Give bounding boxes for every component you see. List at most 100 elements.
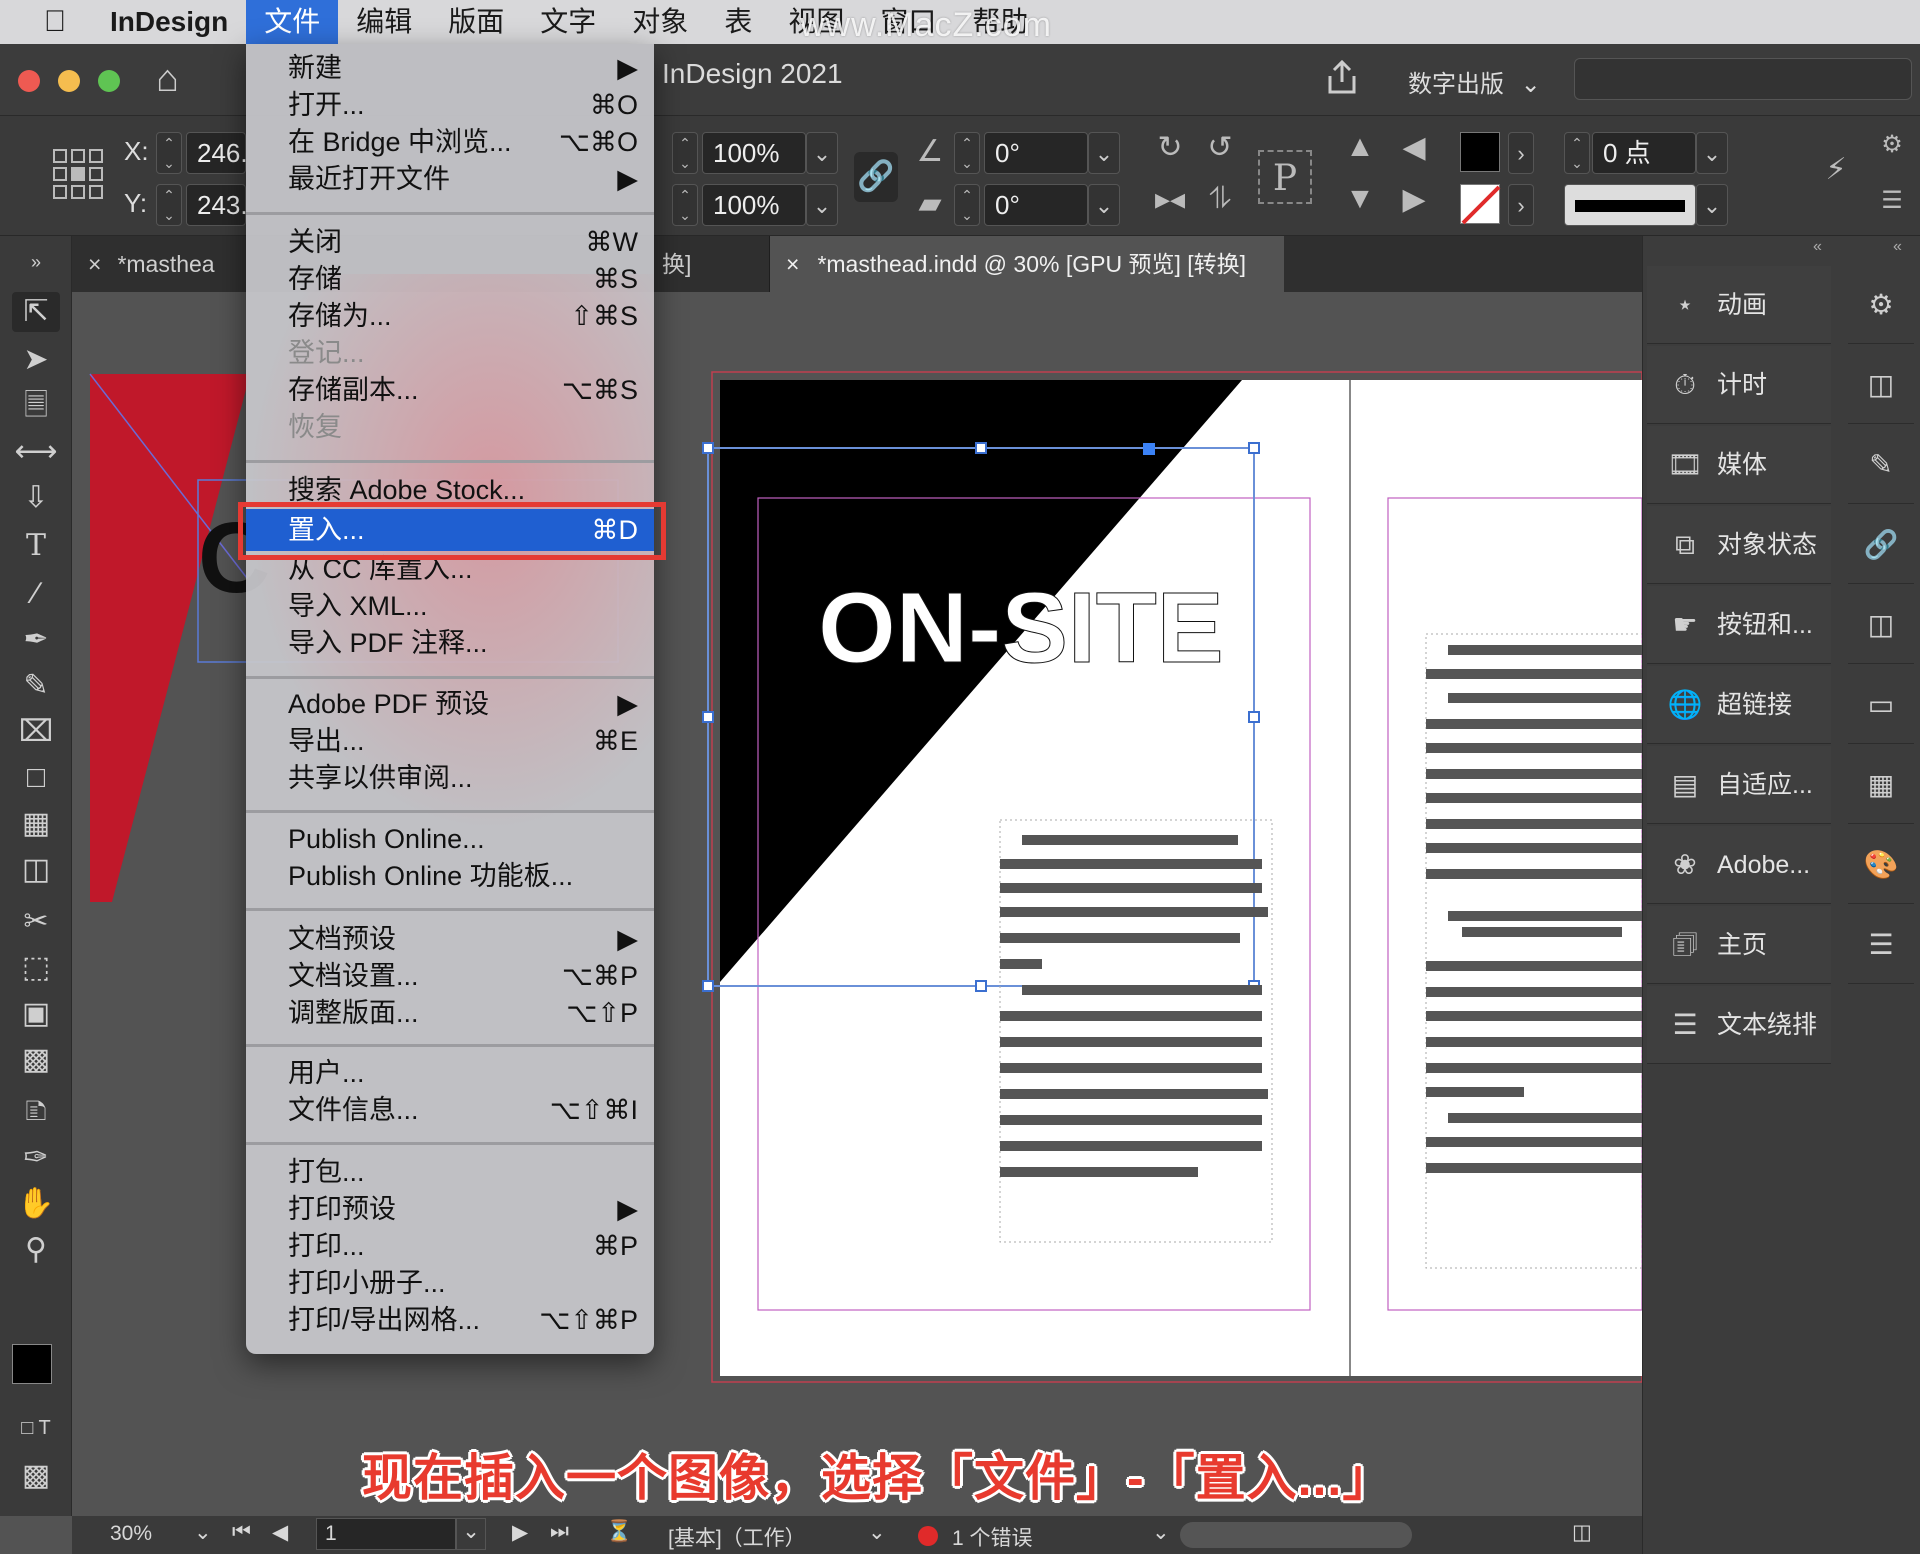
links-icon[interactable]: 🔗: [1848, 506, 1914, 584]
chevron-down-icon[interactable]: ⌄: [806, 132, 838, 174]
x-stepper[interactable]: ⌃ ⌄: [156, 132, 182, 174]
menu-file[interactable]: 文件: [246, 0, 339, 44]
cc-libraries-icon[interactable]: ◫: [1848, 346, 1914, 424]
swatches-icon[interactable]: ▦: [1848, 746, 1914, 824]
panel-text-wrap[interactable]: ☰ 文本绕排: [1647, 986, 1831, 1064]
menu-object[interactable]: 对象: [614, 0, 706, 44]
rectangle-tool-icon[interactable]: □: [12, 758, 60, 798]
rotate-ccw-icon[interactable]: ↺: [1200, 130, 1240, 165]
menu-edit[interactable]: 编辑: [338, 0, 430, 44]
select-next-icon[interactable]: ▶: [1394, 182, 1434, 217]
y-field[interactable]: 243.: [186, 184, 248, 226]
format-affects-icon[interactable]: □ T: [12, 1408, 60, 1448]
zoom-field[interactable]: 30%: [110, 1522, 152, 1546]
chevron-down-icon[interactable]: ⌄: [1696, 132, 1728, 174]
rotate-stepper[interactable]: ⌃ ⌄: [954, 132, 980, 174]
line-tool-icon[interactable]: ∕: [12, 574, 60, 614]
chevron-down-icon[interactable]: ⌄: [456, 1518, 486, 1550]
menu-item-document-presets[interactable]: 文档预设 ▶: [246, 921, 654, 958]
panel-animation[interactable]: ⋆ 动画: [1647, 266, 1831, 344]
menu-item-browse-bridge[interactable]: 在 Bridge 中浏览... ⌥⌘O: [246, 124, 654, 161]
menu-table[interactable]: 表: [706, 0, 770, 44]
menu-item-import-pdf-comments[interactable]: 导入 PDF 注释...: [246, 625, 654, 662]
chevron-down-icon[interactable]: ⌄: [194, 1520, 212, 1545]
edit-icon[interactable]: ✎: [1848, 426, 1914, 504]
panel-object-states[interactable]: ⧉ 对象状态: [1647, 506, 1831, 584]
properties-icon[interactable]: ⚙: [1848, 266, 1914, 344]
collapse-panels-icon[interactable]: «: [1813, 238, 1822, 256]
menu-item-export[interactable]: 导出... ⌘E: [246, 723, 654, 760]
panel-timing[interactable]: ⏱ 计时: [1647, 346, 1831, 424]
menu-item-document-setup[interactable]: 文档设置... ⌥⌘P: [246, 958, 654, 995]
last-page-icon[interactable]: ⏭: [550, 1520, 569, 1544]
menu-item-import-xml[interactable]: 导入 XML...: [246, 588, 654, 625]
selection-tool-icon[interactable]: ⇱: [12, 292, 60, 332]
menu-item-print[interactable]: 打印... ⌘P: [246, 1228, 654, 1265]
workspace-switcher[interactable]: 数字出版 ⌄: [1408, 64, 1541, 99]
chevron-down-icon[interactable]: ⌄: [868, 1520, 886, 1545]
fill-color-swatch[interactable]: [12, 1344, 52, 1384]
menu-type[interactable]: 文字: [522, 0, 614, 44]
panel-buttons[interactable]: ☛ 按钮和...: [1647, 586, 1831, 664]
flip-horizontal-icon[interactable]: ▸◂: [1150, 182, 1190, 217]
content-collector-icon[interactable]: ⇩: [12, 478, 60, 518]
close-icon[interactable]: ×: [88, 251, 101, 277]
constrain-proportions-icon[interactable]: 🔗: [854, 152, 898, 202]
tab-masthead-1[interactable]: × *masthea: [72, 236, 215, 292]
shear-field[interactable]: 0°: [984, 184, 1088, 226]
menu-item-open-recent[interactable]: 最近打开文件 ▶: [246, 161, 654, 198]
note-tool-icon[interactable]: 🗈: [12, 1092, 60, 1132]
flip-vertical-icon[interactable]: ⥮: [1200, 182, 1240, 216]
gap-tool-icon[interactable]: ⟷: [12, 432, 60, 472]
panel-pages[interactable]: 🗊 主页: [1647, 906, 1831, 984]
free-transform-tool-icon[interactable]: ⬚: [12, 948, 60, 988]
next-page-icon[interactable]: ▶: [512, 1520, 528, 1545]
apple-icon[interactable]: : [0, 5, 110, 39]
horizontal-scrollbar[interactable]: [1180, 1522, 1412, 1548]
select-previous-icon[interactable]: ◀: [1394, 130, 1434, 165]
scale-y-stepper[interactable]: ⌃ ⌄: [672, 184, 698, 226]
menu-item-adjust-layout[interactable]: 调整版面... ⌥⇧P: [246, 995, 654, 1032]
collapse-icon[interactable]: »: [12, 242, 60, 282]
first-page-icon[interactable]: ⏮: [232, 1520, 251, 1544]
preflight-profile[interactable]: [基本]（工作）: [668, 1522, 806, 1552]
stroke-swatch[interactable]: [1460, 184, 1501, 225]
chevron-down-icon[interactable]: ⌄: [1088, 132, 1120, 174]
chevron-down-icon[interactable]: ⌄: [1152, 1520, 1170, 1545]
screen-mode-icon[interactable]: ▩: [12, 1456, 60, 1496]
fill-swatch[interactable]: [1460, 132, 1500, 172]
gear-icon[interactable]: ⚙: [1872, 130, 1912, 159]
stroke-weight-field[interactable]: 0 点: [1592, 132, 1696, 174]
minimize-window-button[interactable]: [58, 70, 80, 92]
quick-apply-icon[interactable]: ⚡: [1816, 152, 1856, 187]
hand-tool-icon[interactable]: ✋: [12, 1184, 60, 1224]
page-field[interactable]: 1: [316, 1518, 456, 1550]
menu-item-publish-online[interactable]: Publish Online...: [246, 821, 654, 858]
chevron-right-icon[interactable]: ›: [1508, 132, 1534, 174]
error-count[interactable]: 1 个错误: [952, 1522, 1033, 1552]
home-icon[interactable]: ⌂: [156, 58, 179, 101]
collapse-dock-icon[interactable]: «: [1893, 238, 1902, 256]
menu-item-print-export-grid[interactable]: 打印/导出网格... ⌥⇧⌘P: [246, 1302, 654, 1339]
shear-stepper[interactable]: ⌃ ⌄: [954, 184, 980, 226]
stroke-type-field[interactable]: [1564, 184, 1696, 226]
scale-x-stepper[interactable]: ⌃ ⌄: [672, 132, 698, 174]
menu-item-open[interactable]: 打开... ⌘O: [246, 87, 654, 124]
reference-point-icon[interactable]: [50, 146, 106, 202]
panel-adobe[interactable]: ❀ Adobe...: [1647, 826, 1831, 904]
scissors-tool-icon[interactable]: ✂: [12, 902, 60, 942]
page-tool-icon[interactable]: 🗏: [12, 386, 60, 426]
scale-x-field[interactable]: 100%: [702, 132, 806, 174]
y-stepper[interactable]: ⌃ ⌄: [156, 184, 182, 226]
panel-liquid-layout[interactable]: ▤ 自适应...: [1647, 746, 1831, 824]
menu-item-save-copy[interactable]: 存储副本... ⌥⌘S: [246, 372, 654, 409]
chevron-down-icon[interactable]: ⌄: [806, 184, 838, 226]
menu-item-share-review[interactable]: 共享以供审阅...: [246, 760, 654, 797]
close-window-button[interactable]: [18, 70, 40, 92]
paragraph-styles-icon[interactable]: ☰: [1848, 906, 1914, 984]
menu-item-print-presets[interactable]: 打印预设 ▶: [246, 1191, 654, 1228]
menu-item-save-as[interactable]: 存储为... ⇧⌘S: [246, 298, 654, 335]
grid-tool-icon[interactable]: ◫: [12, 850, 60, 890]
panel-hyperlinks[interactable]: 🌐 超链接: [1647, 666, 1831, 744]
chevron-down-icon[interactable]: ⌄: [1696, 184, 1728, 226]
